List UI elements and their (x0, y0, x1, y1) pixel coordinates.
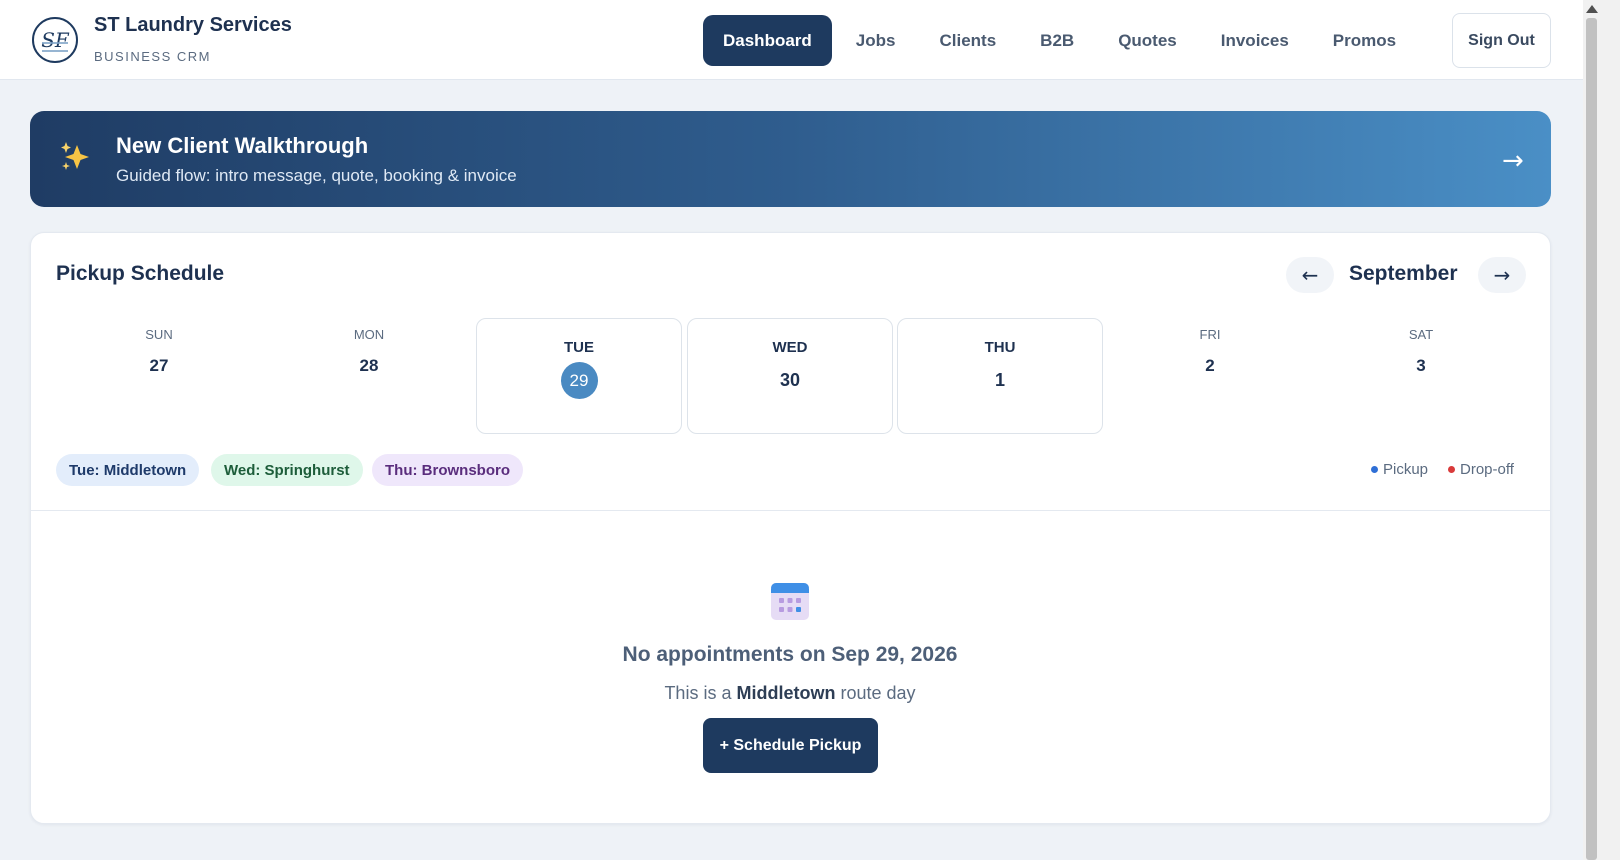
banner-title: New Client Walkthrough (116, 133, 369, 158)
sparkles-icon (61, 142, 89, 170)
walkthrough-banner[interactable] (30, 111, 1551, 207)
route-chip-thu: Thu: Brownsboro (372, 454, 523, 486)
main-nav: Dashboard Jobs Clients B2B Quotes Invoic… (703, 15, 1420, 66)
day-of-week: SUN (145, 327, 173, 342)
nav-quotes[interactable]: Quotes (1098, 15, 1197, 66)
schedule-title: Pickup Schedule (56, 262, 225, 285)
nav-dashboard[interactable]: Dashboard (703, 15, 832, 66)
arrow-right-icon[interactable]: → (1502, 146, 1524, 176)
calendar-icon (771, 583, 809, 620)
route-text-prefix: This is a (664, 683, 732, 703)
day-thu[interactable]: THU 1 (897, 318, 1103, 434)
day-number: 1 (994, 370, 1005, 390)
day-sun[interactable]: SUN 27 (56, 318, 262, 434)
day-of-week: MON (353, 327, 385, 342)
day-number: 27 (149, 356, 169, 375)
sign-out-button[interactable]: Sign Out (1452, 13, 1551, 68)
day-number: 28 (359, 356, 379, 375)
route-chip-tue: Tue: Middletown (56, 454, 200, 486)
nav-promos[interactable]: Promos (1313, 15, 1416, 66)
nav-invoices[interactable]: Invoices (1201, 15, 1309, 66)
day-number: 2 (1205, 356, 1215, 375)
brand-title: ST Laundry Services (94, 14, 292, 36)
dropoff-dot-icon (1448, 466, 1455, 473)
day-fri[interactable]: FRI 2 (1107, 318, 1313, 434)
day-of-week: THU (984, 339, 1016, 356)
legend-label: Pickup (1383, 461, 1429, 478)
prev-month-button[interactable]: ← (1286, 257, 1334, 293)
next-month-button[interactable]: → (1478, 257, 1526, 293)
legend-label: Drop-off (1460, 461, 1514, 478)
brand-subtitle: BUSINESS CRM (94, 49, 211, 64)
scroll-up-arrow-icon[interactable] (1586, 5, 1598, 13)
day-of-week: WED (772, 339, 808, 356)
day-wed[interactable]: WED 30 (687, 318, 893, 434)
schedule-pickup-button[interactable]: + Schedule Pickup (703, 718, 878, 773)
empty-state-subtitle: This is a Middletown route day (0, 683, 1580, 704)
month-label: September (1349, 262, 1458, 285)
route-text-suffix: route day (840, 683, 916, 703)
scrollbar-thumb[interactable] (1586, 18, 1597, 860)
nav-clients[interactable]: Clients (919, 15, 1016, 66)
route-chip-wed: Wed: Springhurst (211, 454, 363, 486)
day-number: 30 (779, 370, 801, 390)
legend-pickup: Pickup (1371, 461, 1428, 478)
day-mon[interactable]: MON 28 (266, 318, 472, 434)
nav-b2b[interactable]: B2B (1020, 15, 1094, 66)
route-name: Middletown (736, 683, 836, 703)
today-marker: 29 (560, 362, 598, 399)
day-sat[interactable]: SAT 3 (1318, 318, 1524, 434)
day-of-week: FRI (1199, 327, 1221, 342)
day-of-week: TUE (564, 339, 594, 356)
card-divider (31, 510, 1550, 511)
banner-subtitle: Guided flow: intro message, quote, booki… (116, 166, 517, 185)
nav-jobs[interactable]: Jobs (836, 15, 916, 66)
day-tue-selected[interactable]: TUE 29 (476, 318, 682, 434)
brand-logo[interactable]: SF (32, 17, 78, 63)
pickup-dot-icon (1371, 466, 1378, 473)
empty-state-title: No appointments on Sep 29, 2026 (622, 643, 958, 666)
day-number: 3 (1416, 356, 1426, 375)
day-of-week: SAT (1408, 327, 1434, 342)
legend-dropoff: Drop-off (1448, 461, 1514, 478)
